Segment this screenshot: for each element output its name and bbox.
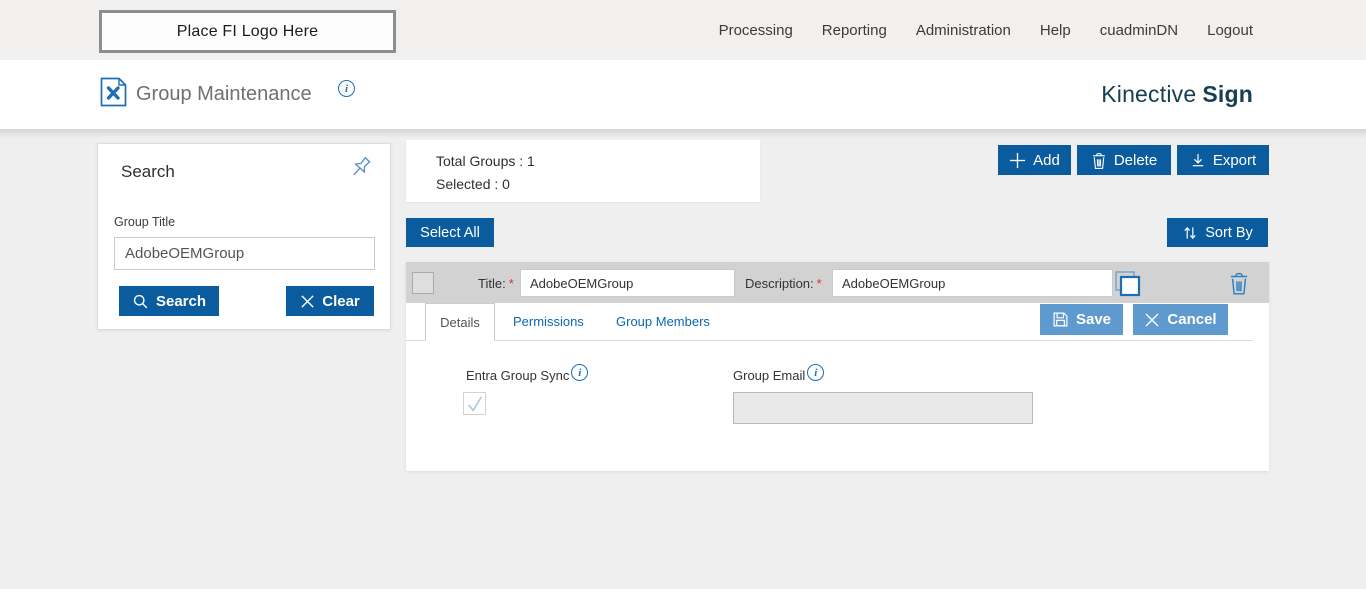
page-title: Group Maintenance [136, 60, 312, 129]
sort-icon [1182, 225, 1198, 241]
save-button[interactable]: Save [1040, 304, 1123, 335]
search-icon [132, 293, 149, 310]
trash-icon [1091, 151, 1107, 170]
delete-button[interactable]: Delete [1077, 145, 1171, 175]
entra-group-sync-info-icon[interactable]: i [571, 364, 588, 381]
title-required-marker: * [509, 276, 514, 291]
fi-logo-text: Place FI Logo Here [177, 23, 318, 41]
brand-logo: Kinective Sign [1101, 60, 1253, 129]
tab-permissions[interactable]: Permissions [513, 303, 584, 340]
check-icon [465, 394, 485, 414]
page-title-info-icon[interactable]: i [338, 80, 355, 97]
row-checkbox[interactable] [412, 272, 434, 294]
plus-icon [1009, 152, 1026, 169]
nav-reporting[interactable]: Reporting [822, 22, 887, 39]
sort-by-button-label: Sort By [1205, 225, 1253, 241]
groups-summary: Total Groups : 1 Selected : 0 [406, 140, 760, 202]
cancel-button-label: Cancel [1167, 311, 1216, 328]
tab-details[interactable]: Details [425, 303, 495, 341]
pin-icon[interactable] [346, 154, 374, 182]
save-button-label: Save [1076, 311, 1111, 328]
nav-help[interactable]: Help [1040, 22, 1071, 39]
nav-logout[interactable]: Logout [1207, 22, 1253, 39]
cancel-button[interactable]: Cancel [1133, 304, 1228, 335]
group-row: Title:* Description:* [406, 262, 1269, 303]
cancel-x-icon [1144, 312, 1160, 328]
delete-button-label: Delete [1114, 152, 1157, 169]
nav-processing[interactable]: Processing [719, 22, 793, 39]
description-label: Description:* [745, 276, 822, 291]
row-description-input[interactable] [832, 269, 1113, 297]
download-icon [1190, 152, 1206, 169]
entra-group-sync-label-row: Entra Group Sync i [466, 368, 588, 383]
group-maintenance-icon [100, 77, 127, 107]
save-icon [1052, 311, 1069, 328]
x-icon [300, 294, 315, 309]
entra-group-sync-label: Entra Group Sync [466, 368, 569, 383]
description-required-marker: * [817, 276, 822, 291]
search-panel: Search Group Title Search Clear [97, 143, 391, 330]
select-all-button[interactable]: Select All [406, 218, 494, 247]
fi-logo-placeholder: Place FI Logo Here [99, 10, 396, 53]
add-button-label: Add [1033, 152, 1060, 169]
group-detail-panel: Title:* Description:* Details Permission… [406, 262, 1269, 471]
group-email-input[interactable] [733, 392, 1033, 424]
row-delete-icon[interactable] [1228, 270, 1250, 296]
clear-button-label: Clear [322, 293, 360, 310]
group-email-label: Group Email [733, 368, 805, 383]
export-button[interactable]: Export [1177, 145, 1269, 175]
search-panel-title: Search [121, 162, 175, 182]
brand-product: Sign [1202, 81, 1253, 108]
brand-name: Kinective [1101, 81, 1196, 108]
row-title-input[interactable] [520, 269, 735, 297]
entra-group-sync-checkbox[interactable] [463, 392, 486, 415]
sort-by-button[interactable]: Sort By [1167, 218, 1268, 247]
total-groups-text: Total Groups : 1 [436, 150, 760, 173]
top-bar: Place FI Logo Here Processing Reporting … [0, 0, 1366, 60]
group-title-input[interactable] [114, 237, 375, 270]
nav-administration[interactable]: Administration [916, 22, 1011, 39]
group-email-info-icon[interactable]: i [807, 364, 824, 381]
search-button[interactable]: Search [119, 286, 219, 316]
tab-strip-divider [406, 340, 1253, 341]
clear-button[interactable]: Clear [286, 286, 374, 316]
search-button-label: Search [156, 293, 206, 310]
group-email-label-row: Group Email i [733, 368, 824, 383]
nav-user-cuadmindn[interactable]: cuadminDN [1100, 22, 1178, 39]
group-toolbar: Add Delete Export [998, 145, 1269, 175]
header-divider [0, 129, 1366, 138]
main-nav: Processing Reporting Administration Help… [719, 0, 1253, 60]
group-title-label: Group Title [114, 215, 175, 229]
title-label: Title:* [478, 276, 514, 291]
copy-icon[interactable] [1112, 268, 1144, 300]
export-button-label: Export [1213, 152, 1256, 169]
add-button[interactable]: Add [998, 145, 1071, 175]
selected-count-text: Selected : 0 [436, 173, 760, 196]
tab-group-members[interactable]: Group Members [616, 303, 710, 340]
